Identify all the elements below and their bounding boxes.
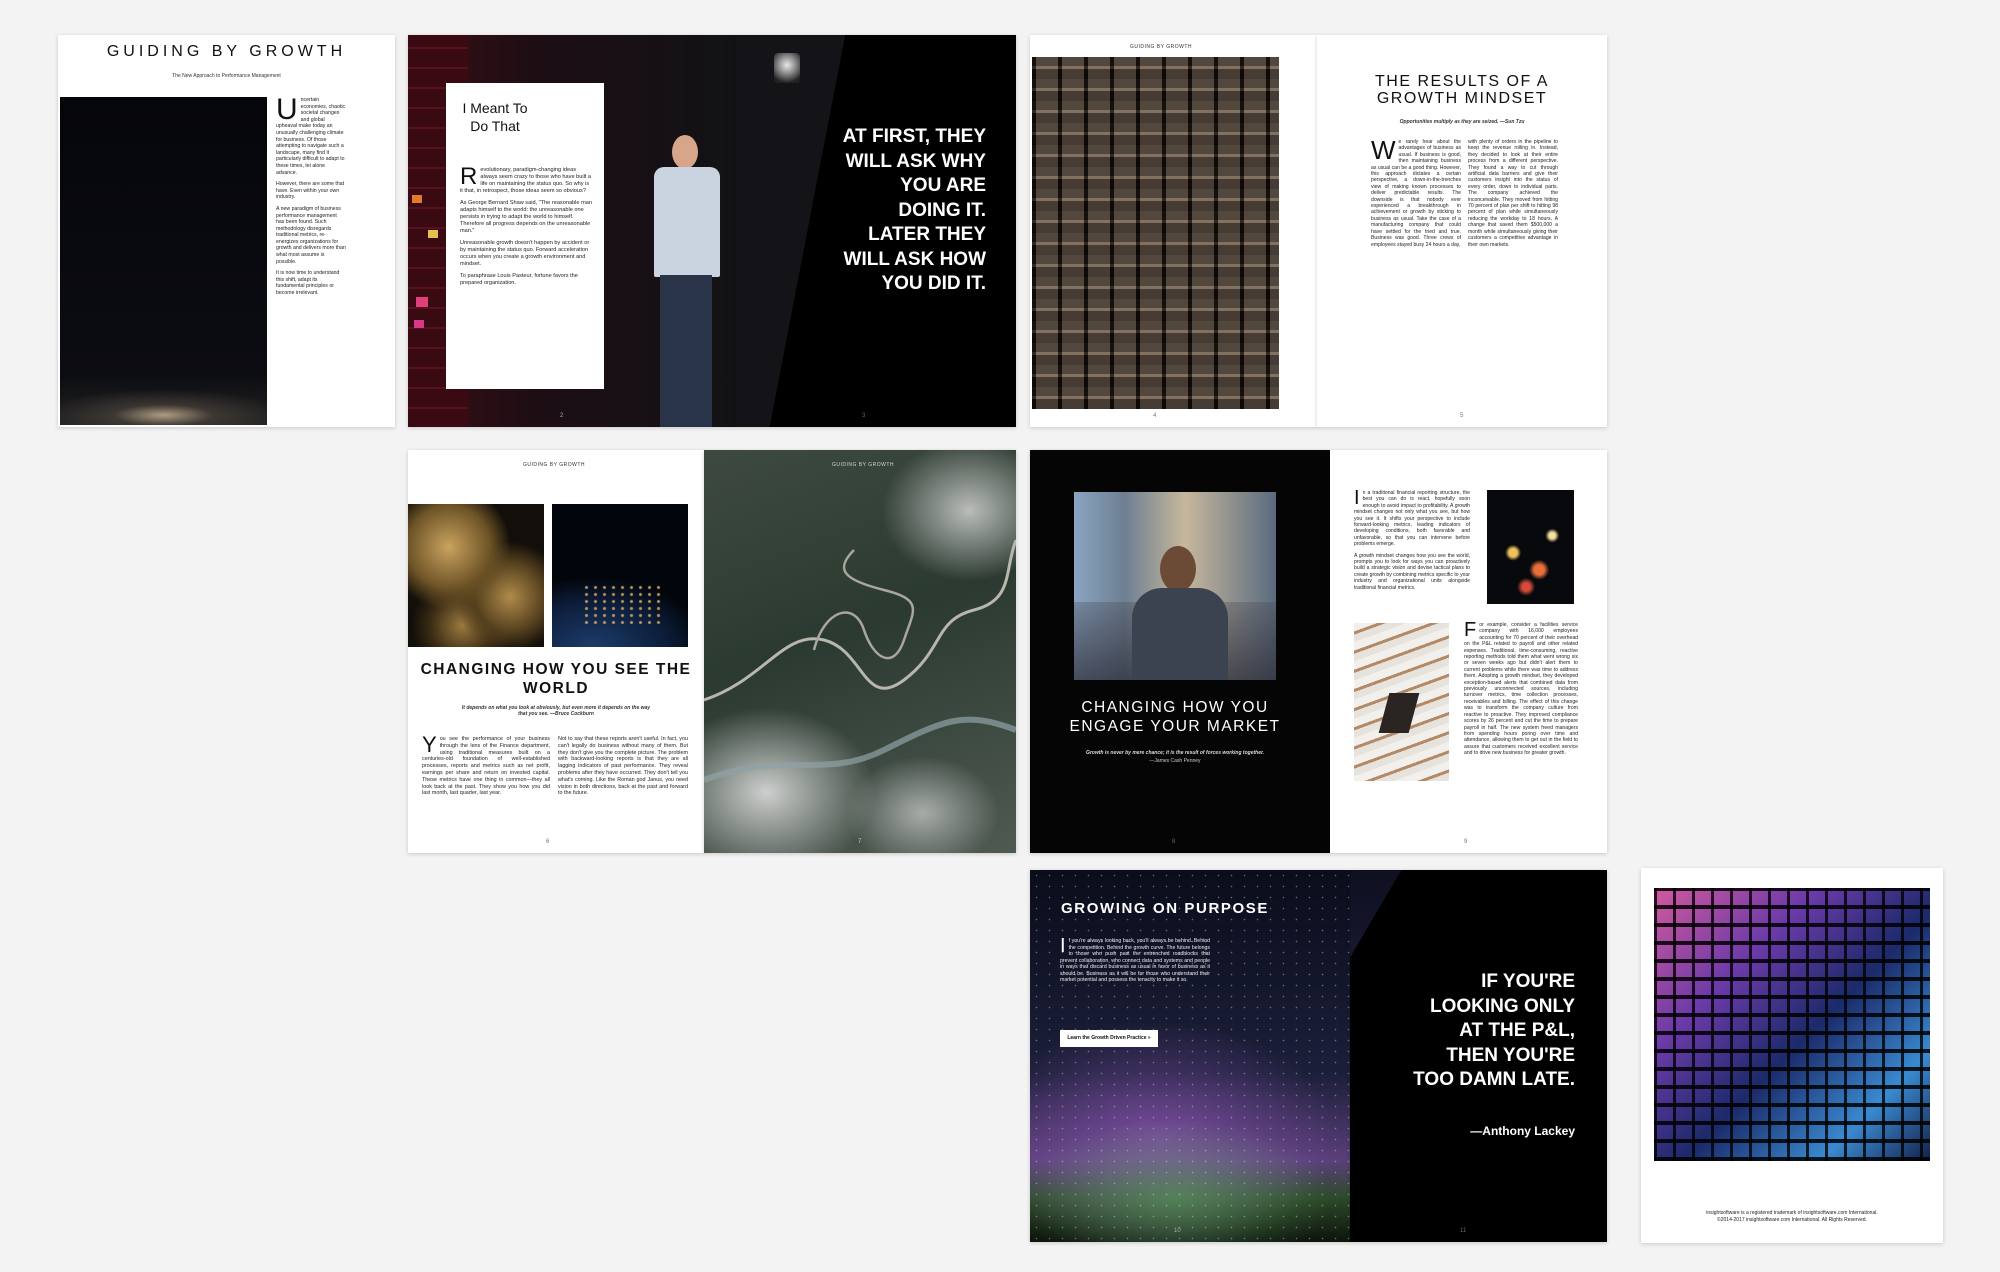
running-head: GUIDING BY GROWTH	[1130, 44, 1193, 50]
article-col-1: We rarely hear about the advantages of b…	[1371, 135, 1461, 248]
page-2[interactable]: I Meant To Do That Revolutionary, paradi…	[408, 35, 736, 427]
quote-attribution: —Anthony Lackey	[1470, 1124, 1575, 1138]
river	[704, 716, 1016, 783]
page-8[interactable]: CHANGING HOW YOU ENGAGE YOUR MARKET Grow…	[1030, 450, 1330, 853]
man-suit	[1132, 588, 1228, 680]
winding-road-illustration	[704, 539, 1016, 783]
starfield	[1030, 870, 1350, 1242]
staircase-photo	[1354, 623, 1449, 781]
intro-text: In a traditional financial reporting str…	[1354, 487, 1470, 591]
trademark-line: insightsoftware is a registered trademar…	[1706, 1210, 1878, 1216]
page-1-subtitle: The New Approach to Performance Manageme…	[172, 73, 281, 79]
page-3[interactable]: AT FIRST, THEY WILL ASK WHY YOU ARE DOIN…	[736, 35, 1016, 427]
man-head	[1160, 546, 1196, 592]
page-number: 3	[862, 413, 866, 419]
running-head: GUIDING BY GROWTH	[523, 462, 586, 468]
glass-building-night-photo	[1654, 888, 1930, 1161]
section-title: GROWING ON PURPOSE	[1061, 900, 1269, 917]
drop-cap: U	[276, 93, 298, 126]
office-building-photo	[1032, 57, 1279, 409]
city-lights	[582, 584, 662, 624]
page-number: 9	[1464, 839, 1468, 845]
example-text: For example, consider a facilities servi…	[1464, 619, 1578, 757]
article-col-2: with plenty of orders in the pipeline to…	[1468, 139, 1558, 248]
copyright-line: ©2014-2017 insightsoftware.com Internati…	[1717, 1217, 1867, 1223]
quote-attribution: —James Cash Penney	[1149, 758, 1201, 764]
page-number: 4	[1153, 413, 1157, 419]
section-body: If you're always looking back, you'll al…	[1060, 935, 1210, 983]
section-title: THE RESULTS OF A GROWTH MINDSET	[1375, 73, 1549, 107]
epigraph: Opportunities multiply as they are seize…	[1399, 119, 1525, 125]
pull-quote: AT FIRST, THEY WILL ASK WHY YOU ARE DOIN…	[842, 126, 986, 294]
page-number: 5	[1460, 413, 1464, 419]
article-col-1: You see the performance of your business…	[422, 732, 550, 797]
quote: Growth is never by mere chance; it is th…	[1085, 750, 1265, 756]
page-number: 11	[1460, 1228, 1467, 1234]
publication-overview: { "page1": { "title": "GUIDING BY GROWTH…	[0, 0, 2000, 1272]
page-number: 2	[560, 413, 564, 419]
presenter-shirt	[654, 167, 720, 277]
drop-cap: I	[1354, 487, 1360, 509]
page-number: 7	[858, 839, 862, 845]
pull-quote: IF YOU'RE LOOKING ONLY AT THE P&L, THEN …	[1413, 971, 1575, 1090]
stair-shadow	[1378, 693, 1420, 733]
drop-cap: R	[460, 163, 478, 190]
page-11[interactable]: IF YOU'RE LOOKING ONLY AT THE P&L, THEN …	[1350, 870, 1607, 1242]
presenter-photo	[638, 135, 736, 427]
card-title: I Meant To Do That	[462, 100, 528, 134]
page-1-title: GUIDING BY GROWTH	[106, 43, 347, 60]
page-6[interactable]: GUIDING BY GROWTH CHANGING HOW YOU SEE T…	[408, 450, 704, 853]
presenter-head	[672, 135, 698, 169]
text-card: I Meant To Do That Revolutionary, paradi…	[446, 83, 604, 389]
sticky-note-pink-2	[414, 320, 424, 328]
bokeh-lights-photo	[1487, 490, 1574, 604]
drop-cap: Y	[422, 732, 437, 757]
drop-cap: W	[1371, 135, 1396, 165]
page-1[interactable]: GUIDING BY GROWTH The New Approach to Pe…	[58, 35, 395, 427]
ceiling-lamp	[774, 53, 800, 83]
sticky-note-yellow	[428, 230, 438, 238]
page-4[interactable]: GUIDING BY GROWTH 4	[1030, 35, 1317, 427]
card-body: Revolutionary, paradigm-changing ideas a…	[460, 163, 592, 287]
drop-cap: I	[1060, 935, 1066, 957]
earth-at-night-photo	[552, 504, 688, 647]
section-title: CHANGING HOW YOU ENGAGE YOUR MARKET	[1069, 699, 1281, 735]
page-9[interactable]: In a traditional financial reporting str…	[1330, 450, 1607, 853]
page-5[interactable]: THE RESULTS OF A GROWTH MINDSET Opportun…	[1317, 35, 1607, 427]
page-number: 8	[1172, 839, 1176, 845]
night-horizon-photo	[60, 97, 267, 425]
drop-cap: F	[1464, 619, 1477, 641]
section-title: CHANGING HOW YOU SEE THE WORLD	[420, 661, 692, 697]
page-number: 10	[1174, 1228, 1181, 1234]
page-number: 6	[546, 839, 550, 845]
article-col-2: Not to say that these reports aren't use…	[558, 736, 688, 797]
window-grid-overlay	[1032, 57, 1279, 409]
page-7[interactable]: GUIDING BY GROWTH 7	[704, 450, 1016, 853]
page-10[interactable]: GROWING ON PURPOSE If you're always look…	[1030, 870, 1350, 1242]
sticky-note-pink	[416, 297, 428, 307]
antique-globes-photo	[408, 504, 544, 647]
back-cover[interactable]: insightsoftware is a registered trademar…	[1641, 868, 1943, 1243]
page-1-body: Uncertain economies, chaotic societal ch…	[276, 93, 346, 297]
epigraph: It depends on what you look at obviously…	[461, 705, 651, 717]
learn-more-button[interactable]: Learn the Growth Driven Practice »	[1060, 1030, 1158, 1047]
presenter-trousers	[660, 275, 712, 427]
businessman-city-photo	[1074, 492, 1276, 680]
sticky-note-orange	[412, 195, 422, 203]
